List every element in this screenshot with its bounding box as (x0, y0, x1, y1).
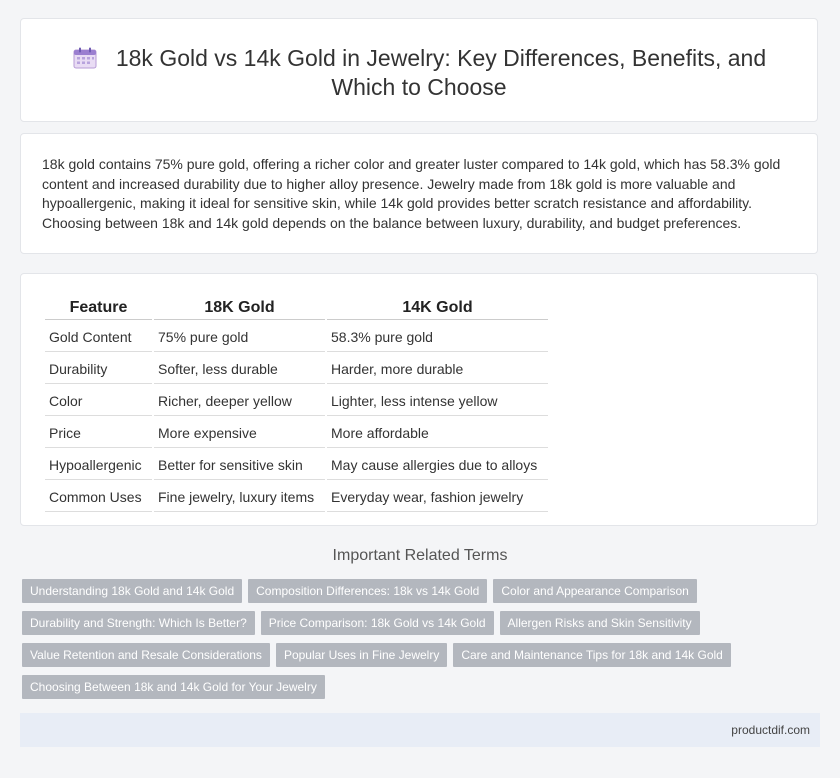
cell-feature: Common Uses (45, 482, 152, 512)
footer-site-link[interactable]: productdif.com (731, 723, 810, 737)
intro-paragraph: 18k gold contains 75% pure gold, offerin… (42, 156, 781, 231)
comparison-card: Feature 18K Gold 14K Gold Gold Content 7… (20, 273, 818, 526)
related-term-tag[interactable]: Color and Appearance Comparison (493, 579, 697, 603)
cell-14k: More affordable (327, 418, 548, 448)
cell-18k: Fine jewelry, luxury items (154, 482, 325, 512)
cell-feature: Price (45, 418, 152, 448)
cell-18k: Richer, deeper yellow (154, 386, 325, 416)
page-title: 18k Gold vs 14k Gold in Jewelry: Key Dif… (115, 45, 767, 100)
related-term-tag[interactable]: Understanding 18k Gold and 14k Gold (22, 579, 243, 603)
cell-14k: Lighter, less intense yellow (327, 386, 548, 416)
related-term-tag[interactable]: Care and Maintenance Tips for 18k and 14… (453, 643, 731, 667)
header-14k: 14K Gold (327, 296, 548, 320)
related-term-tag[interactable]: Composition Differences: 18k vs 14k Gold (248, 579, 488, 603)
related-term-tag[interactable]: Choosing Between 18k and 14k Gold for Yo… (22, 675, 325, 699)
table-row: Hypoallergenic Better for sensitive skin… (45, 450, 548, 480)
comparison-table: Feature 18K Gold 14K Gold Gold Content 7… (43, 294, 550, 514)
related-term-tag[interactable]: Value Retention and Resale Consideration… (22, 643, 270, 667)
cell-18k: Better for sensitive skin (154, 450, 325, 480)
table-row: Durability Softer, less durable Harder, … (45, 354, 548, 384)
header-18k: 18K Gold (154, 296, 325, 320)
cell-14k: Harder, more durable (327, 354, 548, 384)
table-row: Price More expensive More affordable (45, 418, 548, 448)
related-term-tag[interactable]: Price Comparison: 18k Gold vs 14k Gold (260, 611, 494, 635)
cell-14k: May cause allergies due to alloys (327, 450, 548, 480)
table-row: Color Richer, deeper yellow Lighter, les… (45, 386, 548, 416)
cell-18k: 75% pure gold (154, 322, 325, 352)
related-terms-title: Important Related Terms (332, 547, 508, 564)
cell-feature: Hypoallergenic (45, 450, 152, 480)
cell-18k: More expensive (154, 418, 325, 448)
cell-14k: 58.3% pure gold (327, 322, 548, 352)
cell-feature: Color (45, 386, 152, 416)
related-term-tag[interactable]: Durability and Strength: Which Is Better… (22, 611, 255, 635)
intro-card: 18k gold contains 75% pure gold, offerin… (20, 133, 818, 254)
cell-feature: Gold Content (45, 322, 152, 352)
related-terms-list: Understanding 18k Gold and 14k Gold Comp… (22, 579, 802, 707)
table-row: Gold Content 75% pure gold 58.3% pure go… (45, 322, 548, 352)
cell-14k: Everyday wear, fashion jewelry (327, 482, 548, 512)
calendar-icon (72, 47, 98, 69)
header-feature: Feature (45, 296, 152, 320)
title-card: 18k Gold vs 14k Gold in Jewelry: Key Dif… (20, 18, 818, 122)
related-term-tag[interactable]: Popular Uses in Fine Jewelry (275, 643, 448, 667)
page-title-block: 18k Gold vs 14k Gold in Jewelry: Key Dif… (21, 44, 817, 102)
table-row: Common Uses Fine jewelry, luxury items E… (45, 482, 548, 512)
footer: productdif.com (20, 713, 820, 747)
cell-18k: Softer, less durable (154, 354, 325, 384)
related-term-tag[interactable]: Allergen Risks and Skin Sensitivity (499, 611, 700, 635)
table-header-row: Feature 18K Gold 14K Gold (45, 296, 548, 320)
cell-feature: Durability (45, 354, 152, 384)
